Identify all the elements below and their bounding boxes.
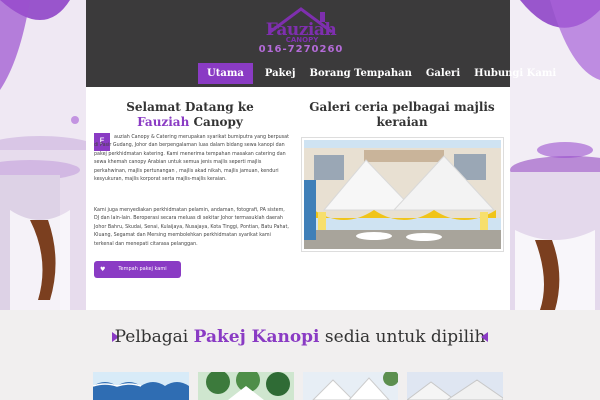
- welcome-title: Selamat Datang ke Fauziah Canopy: [90, 100, 290, 130]
- book-package-label: Tempah pakej kami: [118, 266, 167, 272]
- package-thumbnails: [93, 372, 503, 400]
- nav-item-galeri[interactable]: Galeri: [419, 63, 467, 84]
- package-thumbnail[interactable]: [197, 372, 294, 400]
- background-decor-left: [0, 0, 86, 310]
- arrow-left-icon: [481, 332, 488, 342]
- nav-item-hubungi-kami[interactable]: Hubungi Kami: [467, 63, 563, 84]
- nav-item-pakej[interactable]: Pakej: [258, 63, 303, 84]
- services-paragraph: Kami juga menyediakan perkhidmatan pelam…: [94, 208, 289, 247]
- gallery-image[interactable]: [301, 137, 504, 252]
- packages-heading-pre: Pelbagai: [114, 327, 194, 347]
- gallery-title: Galeri ceria pelbagai majlis keraian: [309, 100, 495, 129]
- logo-phone: 016-7270260: [258, 44, 344, 55]
- packages-heading-post: sedia untuk dipilih: [319, 327, 486, 347]
- canopy-photo: [304, 140, 501, 249]
- main-content: Selamat Datang ke Fauziah Canopy F auzia…: [86, 87, 510, 310]
- welcome-brand: Fauziah: [137, 115, 190, 129]
- welcome-title-rest: Canopy: [189, 115, 243, 129]
- site-logo[interactable]: Fauziah CANOPY 016-7270260: [256, 6, 346, 56]
- package-thumbnail[interactable]: [302, 372, 399, 400]
- package-thumbnail[interactable]: [407, 372, 503, 400]
- nav-item-borang-tempahan[interactable]: Borang Tempahan: [303, 63, 419, 84]
- site-header: Fauziah CANOPY 016-7270260 Utama Pakej B…: [86, 0, 556, 87]
- logo-subtitle: CANOPY: [285, 36, 319, 44]
- packages-heading-highlight: Pakej Kanopi: [193, 327, 320, 347]
- welcome-title-line1: Selamat Datang ke: [126, 100, 254, 114]
- book-package-button[interactable]: ♥ Tempah pakej kami: [94, 261, 181, 278]
- nav-item-utama[interactable]: Utama: [198, 63, 253, 84]
- intro-paragraph: auziah Canopy & Catering merupakan syari…: [94, 135, 290, 183]
- main-nav: Utama Pakej Borang Tempahan Galeri Hubun…: [198, 63, 563, 84]
- package-thumbnail[interactable]: [93, 372, 189, 400]
- heart-icon: ♥: [100, 266, 106, 273]
- packages-heading: Pelbagai Pakej Kanopi sedia untuk dipili…: [100, 327, 500, 347]
- background-decor-right: [510, 0, 600, 310]
